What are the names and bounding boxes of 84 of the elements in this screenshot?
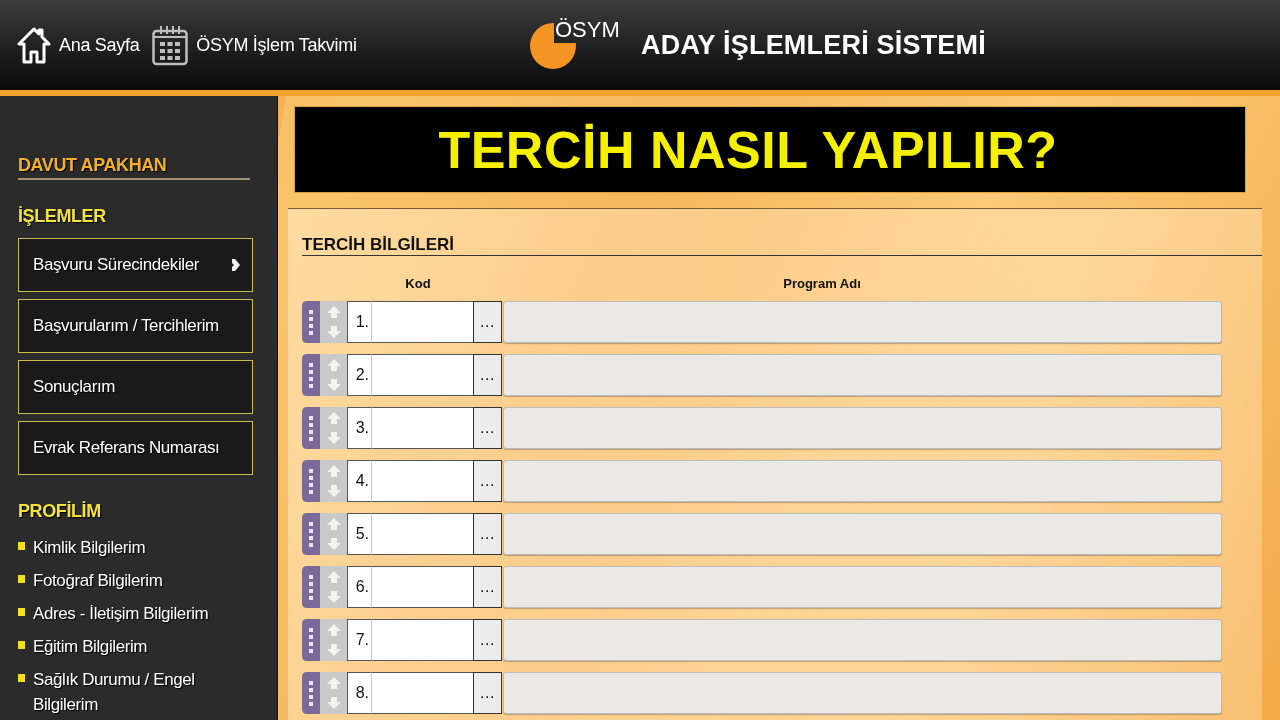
drag-handle-icon[interactable] bbox=[302, 513, 320, 555]
program-name-field[interactable] bbox=[503, 566, 1222, 608]
arrow-up-icon[interactable] bbox=[326, 571, 341, 583]
arrow-down-icon[interactable] bbox=[326, 379, 341, 391]
profile-link[interactable]: Sağlık Durumu / Engel Bilgilerim bbox=[18, 667, 250, 717]
user-name: DAVUT APAKHAN bbox=[18, 154, 250, 180]
profile-link[interactable]: Kimlik Bilgilerim bbox=[18, 535, 250, 560]
arrow-right-icon bbox=[232, 259, 240, 271]
program-name-field[interactable] bbox=[503, 407, 1222, 449]
code-input[interactable] bbox=[372, 301, 473, 343]
lookup-button[interactable]: ... bbox=[473, 566, 502, 608]
arrow-up-icon[interactable] bbox=[326, 624, 341, 636]
row-number: 3. bbox=[347, 407, 372, 449]
lookup-button[interactable]: ... bbox=[473, 407, 502, 449]
menu-button[interactable]: Başvuru Sürecindekiler bbox=[18, 238, 253, 292]
arrow-up-icon[interactable] bbox=[326, 412, 341, 424]
row-number: 5. bbox=[347, 513, 372, 555]
drag-handle-icon[interactable] bbox=[302, 301, 320, 343]
banner-title: TERCİH NASIL YAPILIR? bbox=[438, 119, 1058, 180]
column-header: Kod bbox=[404, 276, 432, 292]
bullet-icon bbox=[18, 608, 25, 616]
lookup-button[interactable]: ... bbox=[473, 619, 502, 661]
section-heading: PROFİLİM bbox=[18, 500, 102, 522]
lookup-button[interactable]: ... bbox=[473, 354, 502, 396]
program-name-field[interactable] bbox=[503, 354, 1222, 396]
row-number: 7. bbox=[347, 619, 372, 661]
arrow-up-icon[interactable] bbox=[326, 306, 341, 318]
row-number: 8. bbox=[347, 672, 372, 714]
code-input[interactable] bbox=[372, 354, 473, 396]
arrow-up-icon[interactable] bbox=[326, 465, 341, 477]
logo-text: ÖSYM bbox=[555, 17, 620, 43]
drag-handle-icon[interactable] bbox=[302, 619, 320, 661]
lookup-button[interactable]: ... bbox=[473, 460, 502, 502]
program-name-field[interactable] bbox=[503, 513, 1222, 555]
arrow-down-icon[interactable] bbox=[326, 485, 341, 497]
menu-button[interactable]: Sonuçlarım bbox=[18, 360, 253, 414]
app-title: ADAY İŞLEMLERİ SİSTEMİ bbox=[641, 29, 986, 61]
section-title: TERCİH BİLGİLERİ bbox=[302, 235, 1262, 256]
column-header: Program Adı bbox=[782, 276, 862, 292]
arrow-down-icon[interactable] bbox=[326, 538, 341, 550]
code-input[interactable] bbox=[372, 460, 473, 502]
code-input[interactable] bbox=[372, 619, 473, 661]
home-link[interactable]: Ana Sayfa bbox=[17, 26, 140, 64]
calendar-icon bbox=[152, 24, 189, 66]
row-number: 1. bbox=[347, 301, 372, 343]
lookup-button[interactable]: ... bbox=[473, 672, 502, 714]
drag-handle-icon[interactable] bbox=[302, 354, 320, 396]
arrow-up-icon[interactable] bbox=[326, 359, 341, 371]
profile-link[interactable]: Fotoğraf Bilgilerim bbox=[18, 568, 250, 593]
program-name-field[interactable] bbox=[503, 460, 1222, 502]
bullet-icon bbox=[18, 674, 25, 682]
lookup-button[interactable]: ... bbox=[473, 301, 502, 343]
drag-handle-icon[interactable] bbox=[302, 460, 320, 502]
profile-link[interactable]: Eğitim Bilgilerim bbox=[18, 634, 250, 659]
arrow-down-icon[interactable] bbox=[326, 644, 341, 656]
code-input[interactable] bbox=[372, 513, 473, 555]
arrow-up-icon[interactable] bbox=[326, 677, 341, 689]
code-input[interactable] bbox=[372, 407, 473, 449]
program-name-field[interactable] bbox=[503, 672, 1222, 714]
drag-handle-icon[interactable] bbox=[302, 672, 320, 714]
code-input[interactable] bbox=[372, 566, 473, 608]
program-name-field[interactable] bbox=[503, 301, 1222, 343]
calendar-link[interactable]: ÖSYM İşlem Takvimi bbox=[152, 24, 357, 66]
row-number: 2. bbox=[347, 354, 372, 396]
lookup-button[interactable]: ... bbox=[473, 513, 502, 555]
arrow-up-icon[interactable] bbox=[326, 518, 341, 530]
code-input[interactable] bbox=[372, 672, 473, 714]
arrow-down-icon[interactable] bbox=[326, 591, 341, 603]
profile-link[interactable]: Adres - İletişim Bilgilerim bbox=[18, 601, 250, 626]
menu-button[interactable]: Başvurularım / Tercihlerim bbox=[18, 299, 253, 353]
row-number: 4. bbox=[347, 460, 372, 502]
bullet-icon bbox=[18, 575, 25, 583]
section-heading: İŞLEMLER bbox=[18, 205, 107, 227]
bullet-icon bbox=[18, 641, 25, 649]
row-number: 6. bbox=[347, 566, 372, 608]
home-icon bbox=[17, 26, 51, 64]
menu-button[interactable]: Evrak Referans Numarası bbox=[18, 421, 253, 475]
drag-handle-icon[interactable] bbox=[302, 407, 320, 449]
bullet-icon bbox=[18, 542, 25, 550]
arrow-down-icon[interactable] bbox=[326, 697, 341, 709]
arrow-down-icon[interactable] bbox=[326, 432, 341, 444]
arrow-down-icon[interactable] bbox=[326, 326, 341, 338]
program-name-field[interactable] bbox=[503, 619, 1222, 661]
drag-handle-icon[interactable] bbox=[302, 566, 320, 608]
